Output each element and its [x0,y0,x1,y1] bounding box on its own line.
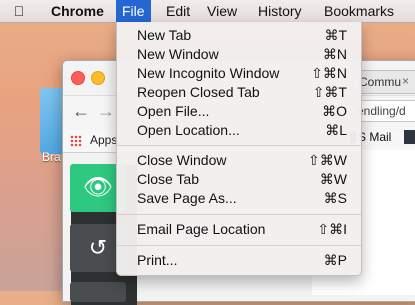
menu-bookmarks[interactable]: Bookmarks [318,0,400,22]
menu-item-shortcut: ⇧⌘I [317,221,347,237]
menu-item-reopen-closed-tab[interactable]: Reopen Closed Tab ⇧⌘T [117,83,361,102]
menu-separator [117,245,361,246]
menu-item-shortcut: ⌘P [323,252,347,268]
menu-item-open-file[interactable]: Open File... ⌘O [117,102,361,121]
forward-arrow-icon[interactable]: → [97,101,115,122]
menu-edit[interactable]: Edit [160,0,196,22]
menu-view[interactable]: View [201,0,243,22]
menu-item-new-incognito-window[interactable]: New Incognito Window ⇧⌘N [117,64,361,83]
minimize-window-button[interactable] [91,71,105,85]
tool-button[interactable] [70,282,126,302]
bookmark-mail[interactable]: S Mail [358,130,391,144]
menu-app-chrome[interactable]: Chrome [45,0,110,22]
file-menu-dropdown: New Tab ⌘T New Window ⌘N New Incognito W… [116,22,362,276]
menu-item-print[interactable]: Print... ⌘P [117,251,361,270]
menu-item-label: New Tab [137,27,192,43]
menu-history[interactable]: History [252,0,308,22]
menu-item-shortcut: ⌘N [322,46,347,62]
menu-item-shortcut: ⇧⌘T [312,84,347,100]
menu-item-shortcut: ⌘L [325,122,347,138]
menu-item-shortcut: ⌘W [319,171,347,187]
menu-item-close-tab[interactable]: Close Tab ⌘W [117,170,361,189]
apple-icon[interactable]:  [10,0,28,22]
folder-label: Bra [42,150,61,164]
menu-item-shortcut: ⇧⌘N [311,65,347,81]
menu-item-label: Email Page Location [137,221,266,237]
menu-item-close-window[interactable]: Close Window ⇧⌘W [117,151,361,170]
menu-item-new-window[interactable]: New Window ⌘N [117,45,361,64]
menu-item-shortcut: ⇧⌘W [308,152,347,168]
menu-item-open-location[interactable]: Open Location... ⌘L [117,121,361,140]
menu-item-shortcut: ⌘O [322,103,347,119]
tab-close-icon[interactable]: × [402,74,409,88]
menu-separator [117,145,361,146]
menu-item-label: New Window [137,46,219,62]
menu-bar:  Chrome File Edit View History Bookmark… [0,0,415,23]
menu-item-label: New Incognito Window [137,65,280,81]
close-window-button[interactable] [71,71,85,85]
apps-grid-icon[interactable] [70,135,82,147]
menu-separator [117,214,361,215]
menu-file[interactable]: File [116,0,151,22]
menu-item-label: Close Window [137,152,227,168]
menu-item-label: Print... [137,252,178,268]
bookmark-gmail-icon[interactable] [404,130,415,144]
menu-item-shortcut: ⌘S [323,190,347,206]
menu-item-shortcut: ⌘T [324,27,347,43]
back-arrow-icon[interactable]: ← [72,101,90,122]
menu-item-label: Close Tab [137,171,200,187]
bookmark-apps[interactable]: Apps [90,133,117,147]
menu-item-label: Open Location... [137,122,240,138]
menu-item-email-page-location[interactable]: Email Page Location ⇧⌘I [117,220,361,239]
menu-item-label: Open File... [137,103,210,119]
menu-item-label: Save Page As... [137,190,237,206]
menu-item-new-tab[interactable]: New Tab ⌘T [117,26,361,45]
menu-item-save-page-as[interactable]: Save Page As... ⌘S [117,189,361,208]
menu-item-label: Reopen Closed Tab [137,84,260,100]
